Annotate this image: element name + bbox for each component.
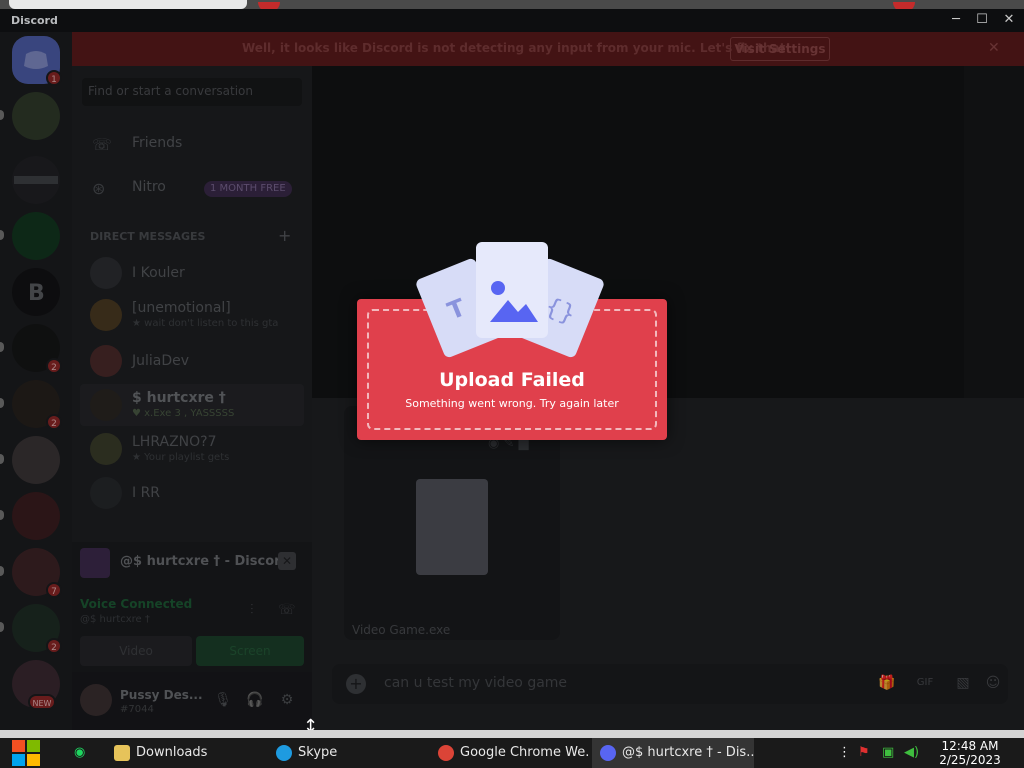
more-icon[interactable]: ⋮ [838, 738, 851, 768]
taskbar-item-skype[interactable]: Skype [268, 738, 428, 768]
start-button[interactable] [10, 738, 42, 768]
clock-time: 12:48 AM [941, 739, 999, 753]
taskbar-item-label: Google Chrome We... [460, 745, 590, 760]
modal-subtitle: Something went wrong. Try again later [405, 397, 619, 410]
minimize-button[interactable]: ─ [948, 12, 964, 28]
skype-icon [276, 745, 292, 761]
taskbar-item-label: Downloads [136, 745, 208, 760]
taskbar-item-label: Skype [298, 745, 338, 760]
taskbar-item-chrome[interactable]: Google Chrome We... [430, 738, 590, 768]
spotify-icon[interactable]: ◉ [74, 738, 85, 768]
close-window-button[interactable]: ✕ [1001, 12, 1017, 28]
resize-cursor-icon: ↕ [303, 716, 319, 730]
volume-icon[interactable]: ◀) [904, 738, 919, 768]
windows-taskbar: ◉ Downloads Skype Google Chrome We... @$… [0, 730, 1024, 768]
discord-window: Discord ─ ☐ ✕ 1 B 2 2 7 2 NEW Find or st… [0, 0, 1024, 730]
background-browser-strip [0, 0, 1024, 12]
background-browser-tab[interactable] [9, 0, 247, 9]
system-clock[interactable]: 12:48 AM 2/25/2023 [930, 739, 1010, 767]
chrome-icon [438, 745, 454, 761]
app-title: Discord [11, 14, 58, 27]
files-illustration-icon: T {} [416, 242, 604, 358]
clock-date: 2/25/2023 [939, 753, 1001, 767]
modal-title: Upload Failed [439, 369, 585, 391]
taskbar-item-discord[interactable]: @$ hurtcxre † - Dis... [592, 738, 754, 768]
maximize-button[interactable]: ☐ [974, 12, 990, 28]
title-bar: Discord ─ ☐ ✕ [0, 9, 1024, 32]
network-icon[interactable]: ▣ [882, 738, 894, 768]
taskbar-item-label: @$ hurtcxre † - Dis... [622, 745, 754, 760]
flag-icon[interactable]: ⚑ [858, 738, 870, 768]
taskbar-item-downloads[interactable]: Downloads [106, 738, 266, 768]
discord-icon [600, 745, 616, 761]
folder-icon [114, 745, 130, 761]
